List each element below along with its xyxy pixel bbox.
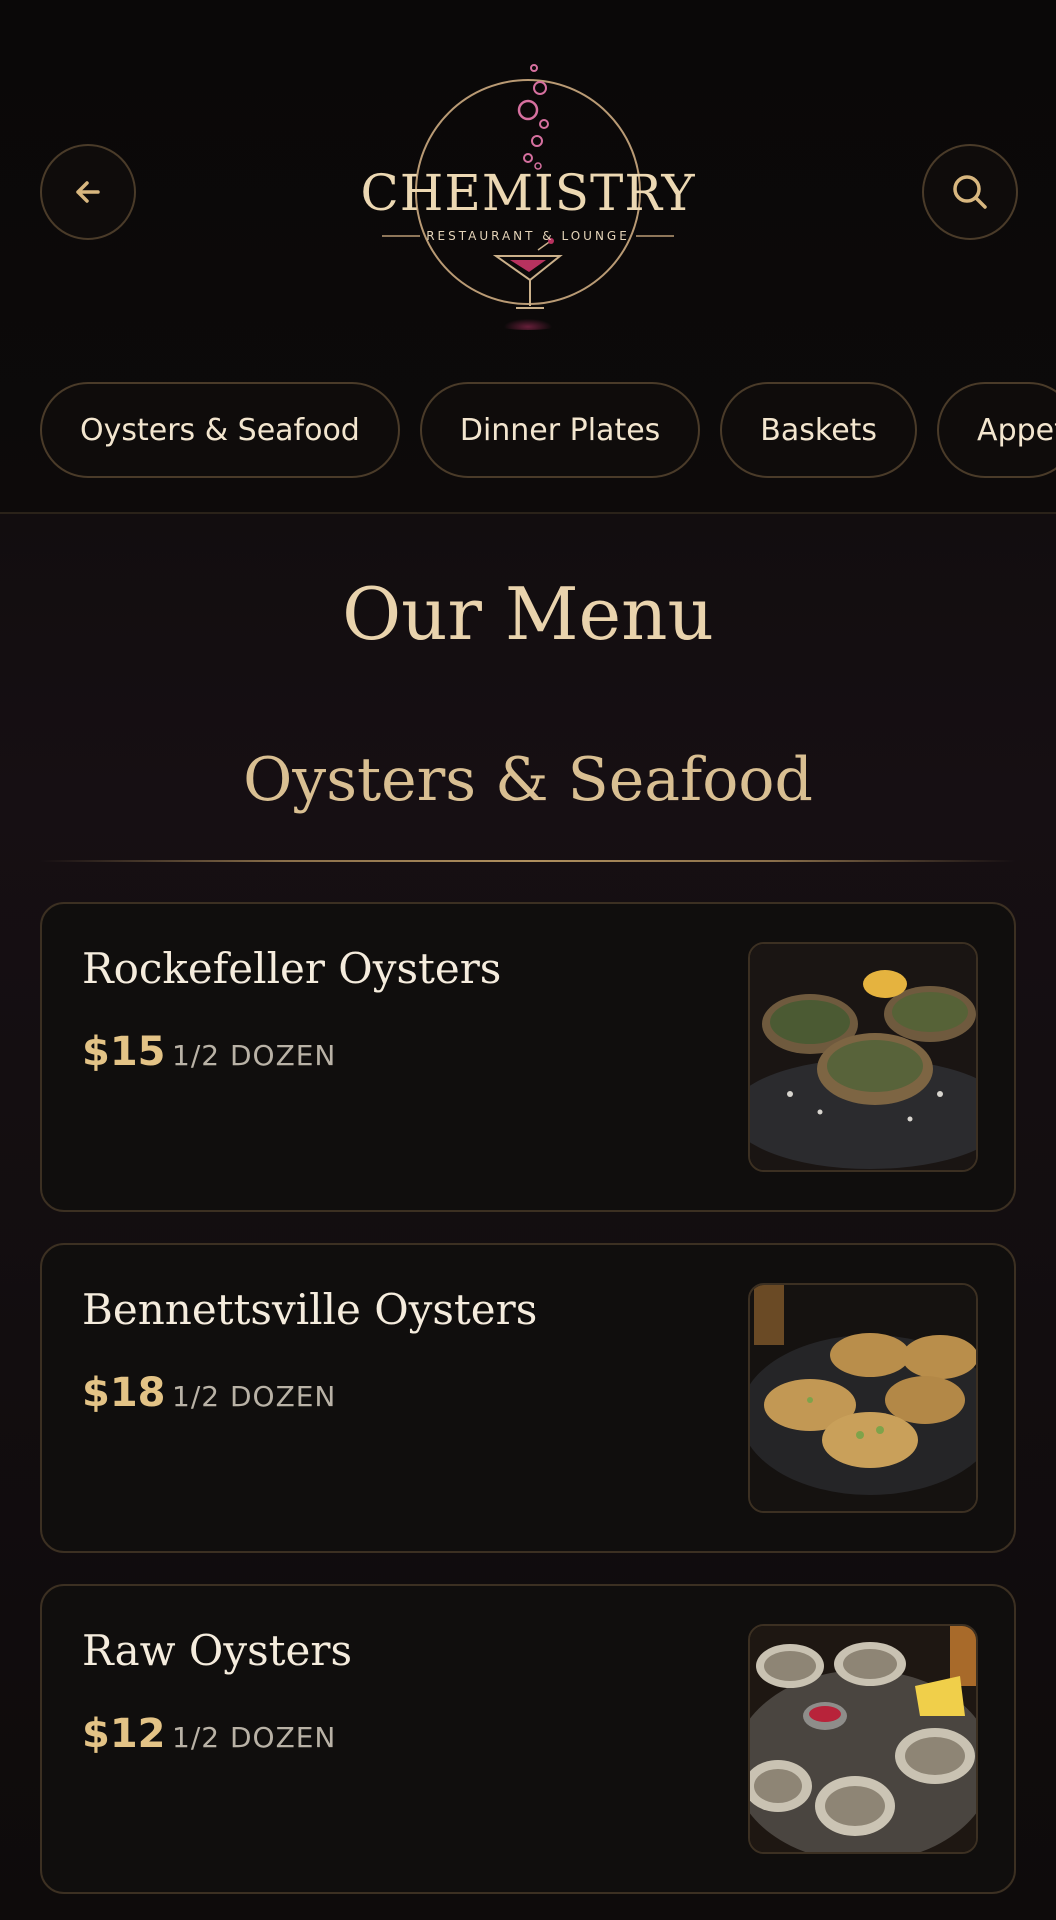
menu-content: Our Menu Oysters & Seafood Rockefeller O… — [0, 514, 1056, 1920]
section-divider — [40, 860, 1016, 862]
menu-item-card[interactable]: Rockefeller Oysters $15 1/2 DOZEN — [40, 902, 1016, 1212]
item-photo — [748, 942, 978, 1172]
item-name: Raw Oysters — [82, 1626, 353, 1675]
category-tabs: Oysters & Seafood Dinner Plates Baskets … — [40, 382, 1056, 482]
item-name: Rockefeller Oysters — [82, 944, 502, 993]
item-unit: 1/2 DOZEN — [172, 1721, 337, 1754]
logo-wordmark: CHEMISTRY — [360, 164, 696, 222]
item-unit: 1/2 DOZEN — [172, 1380, 337, 1413]
back-button[interactable] — [40, 144, 136, 240]
search-icon — [953, 175, 987, 209]
logo-subtitle: RESTAURANT & LOUNGE — [426, 229, 630, 243]
tab-appetizers[interactable]: Appet — [937, 382, 1056, 478]
header: CHEMISTRY RESTAURANT & LOUNGE Oysters & … — [0, 0, 1056, 514]
item-photo — [748, 1283, 978, 1513]
item-price: $12 — [82, 1711, 166, 1757]
item-name: Bennettsville Oysters — [82, 1285, 538, 1334]
item-unit: 1/2 DOZEN — [172, 1039, 337, 1072]
item-price: $15 — [82, 1029, 166, 1075]
item-photo — [748, 1624, 978, 1854]
item-price: $18 — [82, 1370, 166, 1416]
logo: CHEMISTRY RESTAURANT & LOUNGE — [360, 52, 696, 332]
tab-dinner-plates[interactable]: Dinner Plates — [419, 382, 701, 478]
search-button[interactable] — [922, 144, 1018, 240]
menu-item-card[interactable]: Raw Oysters $12 1/2 DOZEN — [40, 1584, 1016, 1894]
page-title: Our Menu — [342, 572, 714, 656]
tab-oysters-seafood[interactable]: Oysters & Seafood — [40, 382, 400, 478]
section-title: Oysters & Seafood — [243, 745, 813, 815]
menu-item-card[interactable]: Bennettsville Oysters $18 1/2 DOZEN — [40, 1243, 1016, 1553]
arrow-left-icon — [76, 181, 100, 203]
tab-baskets[interactable]: Baskets — [720, 382, 918, 478]
